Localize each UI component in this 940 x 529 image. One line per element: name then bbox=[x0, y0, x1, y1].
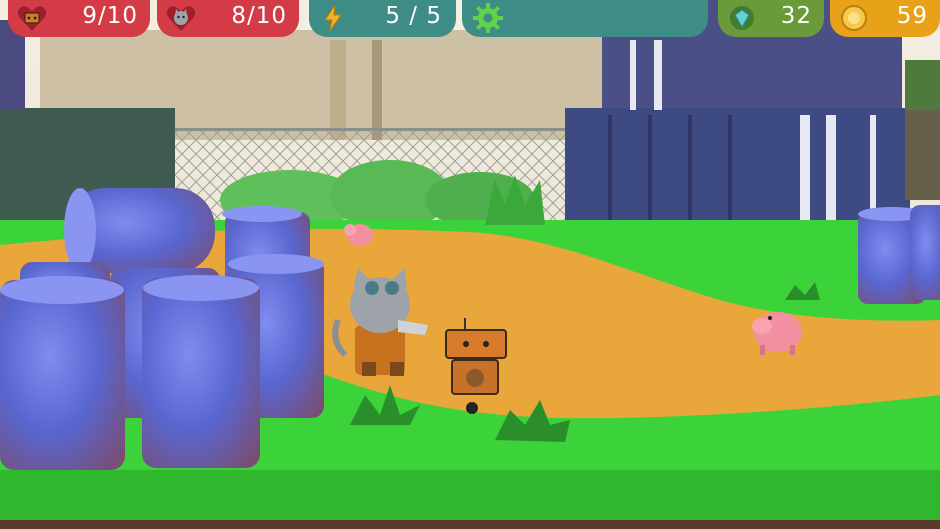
gems-value: 32 bbox=[780, 3, 812, 29]
gem-icon bbox=[730, 6, 754, 30]
cat-heart-icon bbox=[166, 6, 196, 31]
lightning-icon bbox=[324, 4, 342, 33]
gems-counter: 32 bbox=[718, 0, 824, 37]
energy-bar: 5 / 5 bbox=[309, 0, 456, 37]
robot-heart-icon bbox=[17, 6, 47, 31]
robot-health-bar: 9/10 bbox=[8, 0, 150, 37]
coins-counter: 59 bbox=[830, 0, 940, 37]
gear-icon[interactable] bbox=[472, 2, 504, 34]
coins-value: 59 bbox=[896, 3, 928, 29]
game-scene bbox=[0, 0, 940, 529]
coin-icon bbox=[841, 5, 867, 31]
robot-health-value: 9/10 bbox=[82, 3, 138, 29]
barrel bbox=[910, 205, 940, 300]
settings-bar[interactable] bbox=[462, 0, 708, 37]
cat-health-bar: 8/10 bbox=[157, 0, 299, 37]
cat-health-value: 8/10 bbox=[231, 3, 287, 29]
energy-value: 5 / 5 bbox=[385, 3, 442, 29]
